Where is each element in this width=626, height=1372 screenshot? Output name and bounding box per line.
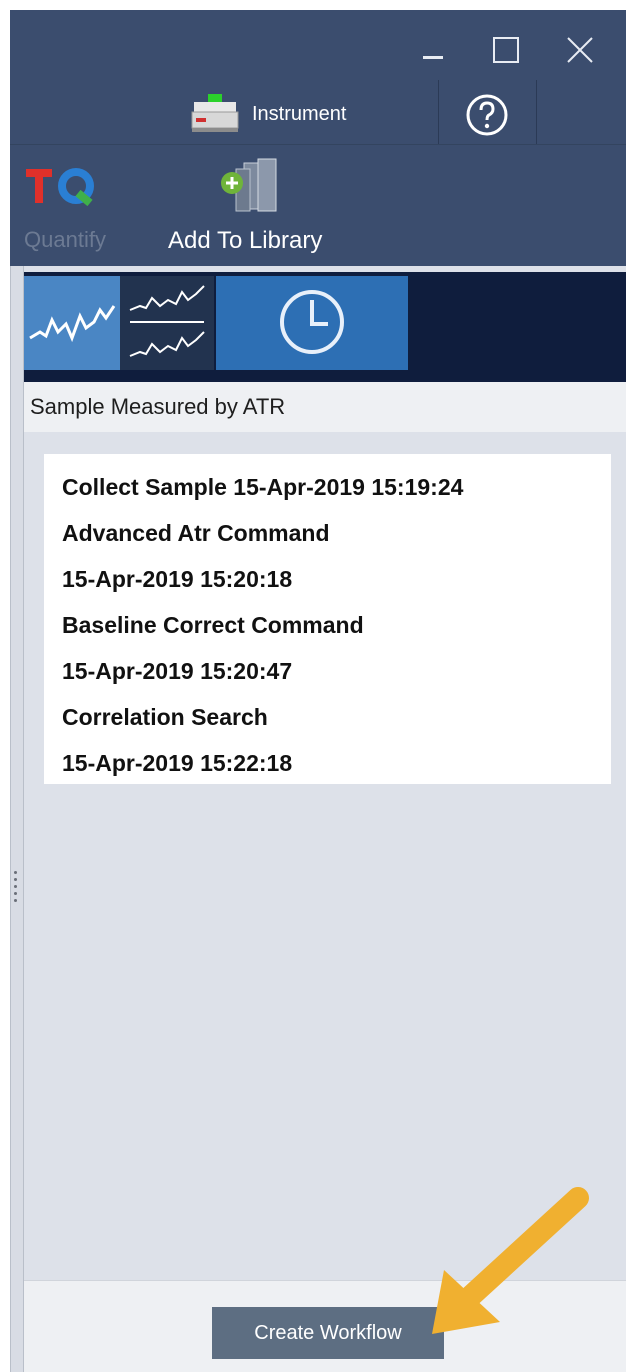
stacked-spectra-view-button[interactable] (120, 276, 214, 370)
add-to-library-label: Add To Library (168, 227, 323, 254)
history-entry: Advanced Atr Command (62, 520, 330, 546)
history-clock-icon (280, 290, 344, 354)
instrument-icon (191, 94, 239, 132)
processing-history-list: Collect Sample 15-Apr-2019 15:19:24 Adva… (44, 454, 611, 784)
view-mode-bar (24, 272, 626, 382)
sample-header: Sample Measured by ATR (24, 382, 626, 432)
ribbon: Quantify Add To Library (10, 144, 626, 266)
divider (536, 80, 537, 152)
panel-footer: Create Workflow (24, 1280, 626, 1372)
history-view-button[interactable] (216, 276, 408, 370)
instrument-button[interactable]: Instrument (188, 86, 378, 142)
history-timestamp: 15-Apr-2019 15:20:18 (62, 566, 293, 592)
history-timestamp: 15-Apr-2019 15:20:47 (62, 658, 293, 684)
help-icon[interactable] (462, 90, 512, 140)
single-spectrum-view-button[interactable] (24, 276, 120, 370)
sample-title: Sample Measured by ATR (30, 394, 286, 419)
title-bar: Instrument (10, 10, 626, 152)
instrument-label: Instrument (252, 102, 347, 125)
minimize-icon[interactable] (415, 32, 451, 68)
maximize-icon[interactable] (488, 32, 524, 68)
sample-panel: Sample Measured by ATR Collect Sample 15… (24, 266, 626, 1372)
add-to-library-icon (221, 158, 277, 212)
close-icon[interactable] (562, 32, 598, 68)
tq-logo-icon (26, 168, 94, 207)
panel-splitter[interactable] (10, 266, 24, 1372)
history-timestamp: 15-Apr-2019 15:22:18 (62, 750, 293, 776)
divider (438, 80, 439, 152)
history-entry: Collect Sample 15-Apr-2019 15:19:24 (62, 474, 464, 500)
quantify-label: Quantify (24, 227, 106, 252)
stacked-spectra-icon (129, 285, 205, 357)
single-spectrum-icon (29, 305, 116, 343)
history-entry: Correlation Search (62, 704, 268, 730)
create-workflow-button[interactable]: Create Workflow (212, 1307, 444, 1359)
history-entry: Baseline Correct Command (62, 612, 364, 638)
splitter-grip-icon[interactable] (14, 871, 18, 907)
